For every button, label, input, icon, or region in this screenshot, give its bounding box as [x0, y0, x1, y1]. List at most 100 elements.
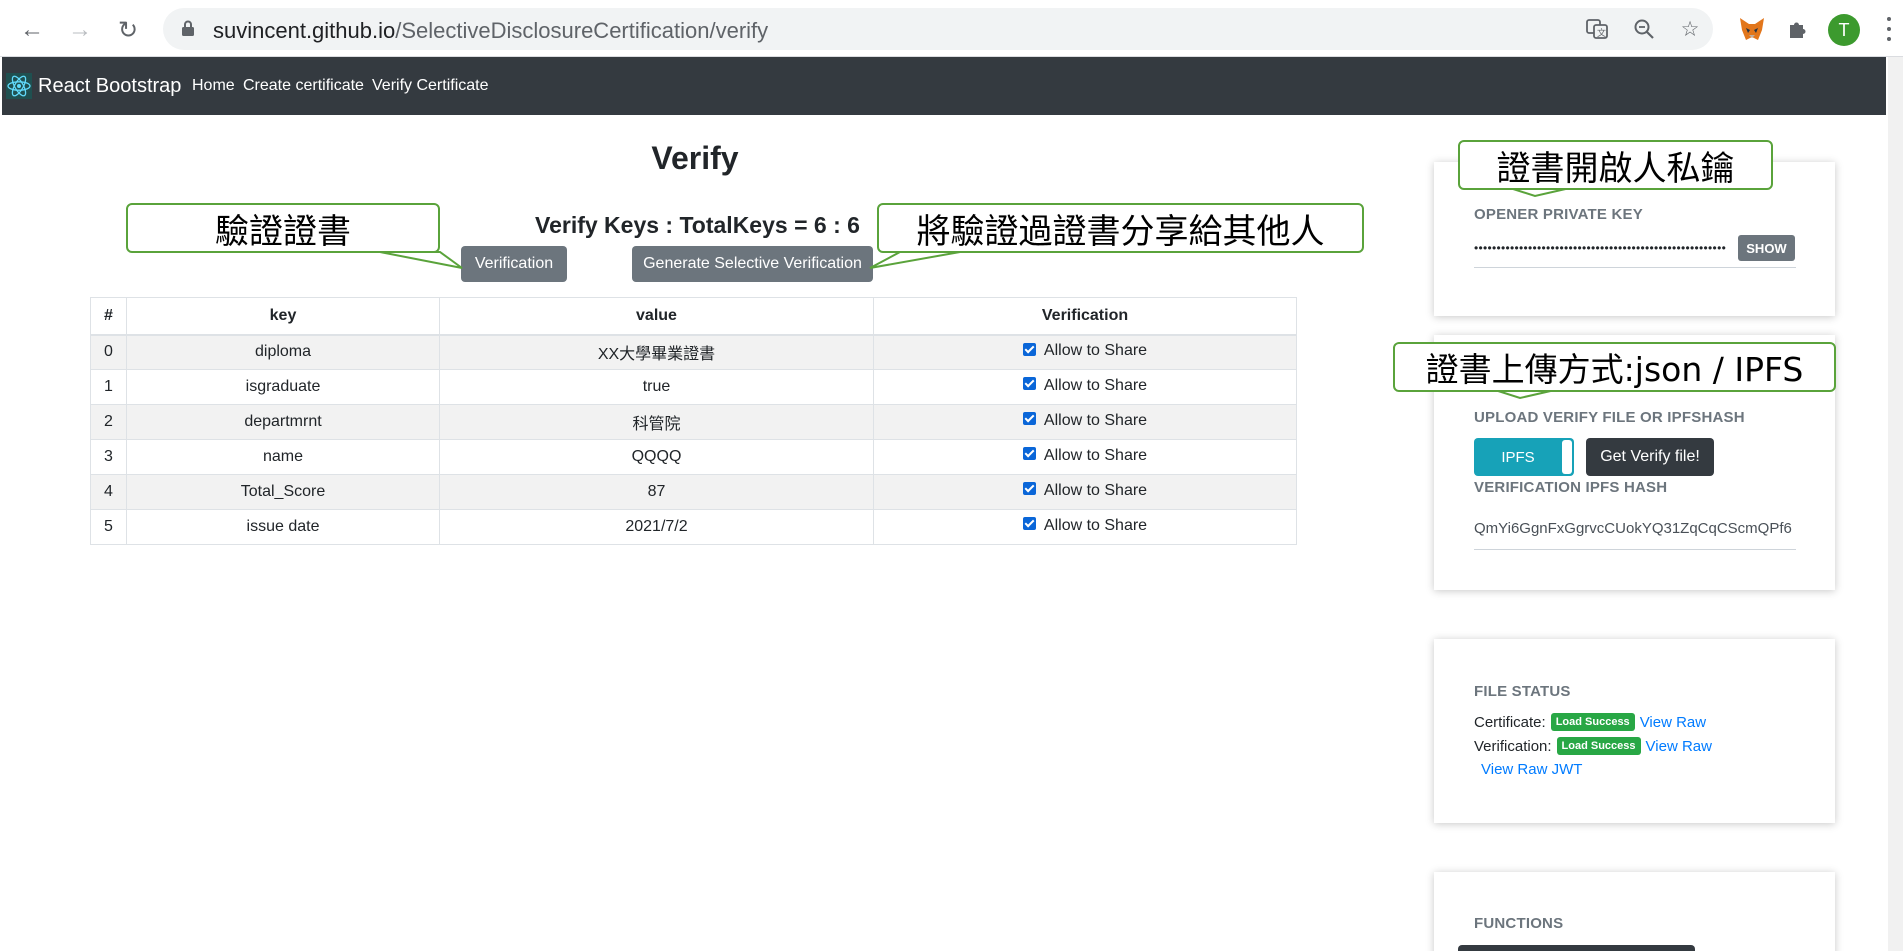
row-key: isgraduate — [126, 369, 440, 405]
allow-share-checkbox[interactable] — [1022, 447, 1036, 461]
row-value: QQQQ — [439, 439, 874, 475]
profile-avatar[interactable]: T — [1828, 14, 1860, 46]
extensions-puzzle-icon[interactable] — [1783, 14, 1813, 44]
table-row: 0 diploma XX大學畢業證書 Allow to Share — [90, 334, 1297, 370]
certificate-status-badge: Load Success — [1550, 713, 1635, 731]
annotation-upload-method: 證書上傳方式:json / IPFS — [1393, 342, 1836, 392]
table-row: 1 isgraduate true Allow to Share — [90, 369, 1297, 405]
row-verification: Allow to Share — [873, 439, 1297, 475]
function-button[interactable] — [1458, 945, 1695, 951]
upload-label: UPLOAD VERIFY FILE OR IPFSHASH — [1474, 409, 1745, 426]
private-key-input[interactable]: ••••••••••••••••••••••••••••••••••••••••… — [1474, 241, 1737, 255]
annotation-verify-cert: 驗證證書 — [126, 203, 440, 253]
allow-share-checkbox[interactable] — [1022, 377, 1036, 391]
verification-status-badge: Load Success — [1556, 737, 1641, 755]
certificate-status-line: Certificate: Load Success View Raw — [1474, 713, 1706, 731]
nav-link-create-certificate[interactable]: Create certificate — [243, 77, 364, 95]
row-index: 5 — [90, 509, 127, 545]
verification-view-raw-link[interactable]: View Raw — [1646, 738, 1712, 755]
table-row: 2 departmrnt 科管院 Allow to Share — [90, 404, 1297, 440]
table-row: 4 Total_Score 87 Allow to Share — [90, 474, 1297, 510]
column-header-value: value — [439, 297, 874, 336]
reload-icon[interactable]: ↻ — [110, 12, 146, 48]
row-key: name — [126, 439, 440, 475]
page-title: Verify — [651, 140, 739, 176]
row-verification: Allow to Share — [873, 334, 1297, 370]
verification-button[interactable]: Verification — [461, 246, 567, 282]
verify-keys-heading: Verify Keys : TotalKeys = 6 : 6 — [535, 212, 860, 238]
allow-share-checkbox[interactable] — [1022, 412, 1036, 426]
annotation-opener-key: 證書開啟人私鑰 — [1458, 140, 1773, 190]
jwt-line: View Raw JWT — [1481, 761, 1582, 778]
private-key-label: OPENER PRIVATE KEY — [1474, 206, 1643, 223]
allow-share-label[interactable]: Allow to Share — [1044, 377, 1147, 395]
file-status-label: FILE STATUS — [1474, 683, 1571, 700]
verification-status-label: Verification: — [1474, 737, 1552, 755]
page-scrollbar[interactable] — [1888, 57, 1903, 951]
file-status-card: FILE STATUS Certificate: Load Success Vi… — [1434, 639, 1835, 823]
allow-share-label[interactable]: Allow to Share — [1044, 412, 1147, 430]
row-verification: Allow to Share — [873, 474, 1297, 510]
row-verification: Allow to Share — [873, 509, 1297, 545]
generate-selective-verification-button[interactable]: Generate Selective Verification — [632, 246, 873, 282]
ipfs-hash-input[interactable]: QmYi6GgnFxGgrvcCUokYQ31ZqCqCScmQPf6 — [1474, 520, 1796, 537]
row-key: diploma — [126, 334, 440, 370]
table-row: 5 issue date 2021/7/2 Allow to Share — [90, 509, 1297, 545]
row-value: 科管院 — [439, 404, 874, 440]
callout-pointer-verify — [379, 251, 463, 269]
callout-pointer-share — [869, 251, 961, 269]
verification-status-line: Verification: Load Success View Raw — [1474, 737, 1712, 755]
ipfs-toggle[interactable]: IPFS — [1474, 438, 1574, 476]
browser-menu-icon[interactable] — [1880, 14, 1898, 44]
row-index: 3 — [90, 439, 127, 475]
column-header-key: key — [126, 297, 440, 336]
allow-share-checkbox[interactable] — [1022, 482, 1036, 496]
row-index: 2 — [90, 404, 127, 440]
row-value: true — [439, 369, 874, 405]
row-index: 4 — [90, 474, 127, 510]
annotation-share-verified: 將驗證過證書分享給其他人 — [877, 203, 1364, 253]
allow-share-label[interactable]: Allow to Share — [1044, 342, 1147, 360]
toggle-knob — [1562, 440, 1572, 474]
row-verification: Allow to Share — [873, 369, 1297, 405]
view-raw-jwt-link[interactable]: View Raw JWT — [1481, 761, 1582, 778]
nav-link-verify-certificate[interactable]: Verify Certificate — [372, 77, 488, 95]
row-value: 2021/7/2 — [439, 509, 874, 545]
row-index: 1 — [90, 369, 127, 405]
row-value: 87 — [439, 474, 874, 510]
lock-icon — [182, 20, 194, 36]
allow-share-label[interactable]: Allow to Share — [1044, 447, 1147, 465]
allow-share-checkbox[interactable] — [1022, 517, 1036, 531]
navbar-brand[interactable]: React Bootstrap — [38, 75, 181, 98]
url-text: suvincent.github.io/SelectiveDisclosureC… — [213, 18, 769, 43]
certificate-view-raw-link[interactable]: View Raw — [1640, 714, 1706, 731]
ipfs-toggle-label: IPFS — [1501, 448, 1535, 466]
bookmark-star-icon[interactable]: ☆ — [1678, 17, 1702, 41]
nav-link-home[interactable]: Home — [192, 77, 235, 95]
allow-share-checkbox[interactable] — [1022, 342, 1036, 356]
column-header-index: # — [90, 297, 127, 336]
column-header-verification: Verification — [873, 297, 1297, 336]
ipfs-hash-underline — [1474, 549, 1796, 550]
get-verify-file-button[interactable]: Get Verify file! — [1586, 438, 1714, 476]
row-key: departmrnt — [126, 404, 440, 440]
forward-arrow-icon[interactable]: → — [62, 12, 98, 48]
allow-share-label[interactable]: Allow to Share — [1044, 482, 1147, 500]
row-key: issue date — [126, 509, 440, 545]
certificate-status-label: Certificate: — [1474, 713, 1546, 731]
translate-icon[interactable]: 文 — [1585, 17, 1609, 41]
row-verification: Allow to Share — [873, 404, 1297, 440]
browser-toolbar: ← → ↻ suvincent.github.io/SelectiveDiscl… — [0, 0, 1903, 57]
show-private-key-button[interactable]: SHOW — [1738, 235, 1795, 261]
functions-card: FUNCTIONS — [1434, 872, 1835, 951]
functions-label: FUNCTIONS — [1474, 915, 1564, 932]
address-bar[interactable]: suvincent.github.io/SelectiveDisclosureC… — [163, 8, 1713, 50]
zoom-icon[interactable] — [1632, 17, 1656, 41]
metamask-fox-icon[interactable] — [1737, 14, 1767, 44]
svg-text:文: 文 — [1597, 27, 1606, 39]
table-row: 3 name QQQQ Allow to Share — [90, 439, 1297, 475]
app-navbar: React Bootstrap Home Create certificate … — [2, 57, 1886, 115]
table-header-row: # key value Verification — [90, 297, 1297, 336]
back-arrow-icon[interactable]: ← — [14, 12, 50, 48]
allow-share-label[interactable]: Allow to Share — [1044, 517, 1147, 535]
